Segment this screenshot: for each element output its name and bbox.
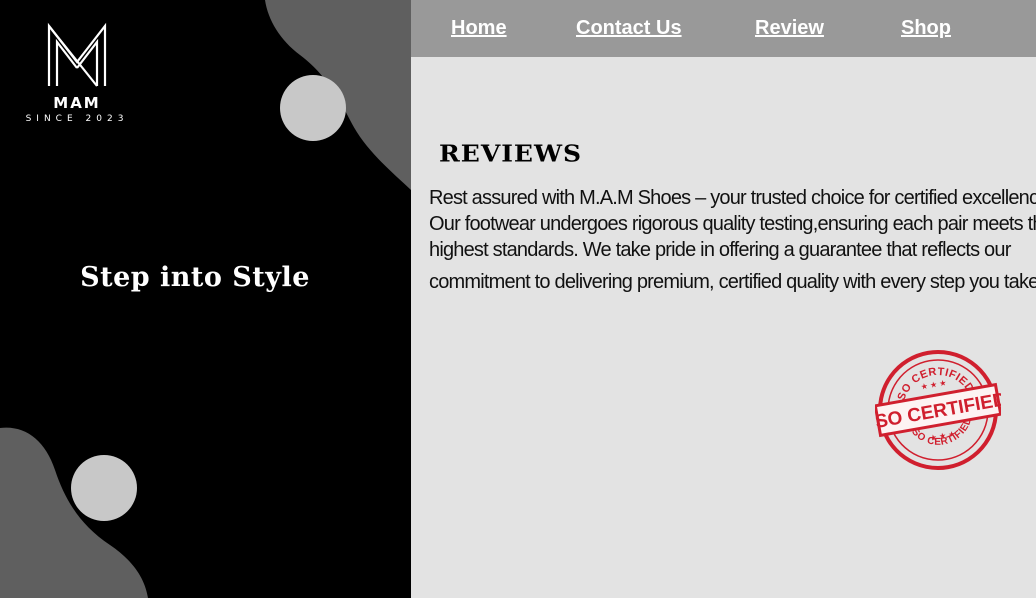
reviews-line: highest standards. We take pride in offe… [429,239,1011,261]
nav-link-home[interactable]: Home [451,17,507,40]
brand-logo[interactable]: MAM SINCE 2023 [18,22,136,125]
page: MAM SINCE 2023 Step into Style Home Cont… [0,0,1036,598]
reviews-paragraph: Rest assured with M.A.M Shoes – your tru… [429,185,1036,295]
hero-panel: MAM SINCE 2023 Step into Style [0,0,411,598]
brand-name: MAM [53,94,101,112]
nav-link-shop[interactable]: Shop [901,17,951,40]
nav-link-review[interactable]: Review [755,17,824,40]
reviews-line: Our footwear undergoes rigorous quality … [429,213,1036,235]
hero-tagline: Step into Style [80,262,310,293]
reviews-line: Rest assured with M.A.M Shoes – your tru… [429,187,1036,209]
bottom-circle-shape [71,455,137,521]
page-title: REVIEWS [439,140,583,167]
mam-logo-icon [47,22,107,87]
top-nav: Home Contact Us Review Shop [411,0,1036,57]
reviews-line: commitment to delivering premium, certif… [429,271,1036,293]
bottom-blob-shape [0,427,148,598]
iso-certified-stamp-icon: ISO CERTIFIED ISO CERTIFIED ISO CERTIFIE… [875,350,1001,470]
reviews-section: REVIEWS Rest assured with M.A.M Shoes – … [411,57,1036,598]
top-circle-shape [280,75,346,141]
brand-since: SINCE 2023 [25,114,129,124]
nav-link-contact-us[interactable]: Contact Us [576,17,682,40]
